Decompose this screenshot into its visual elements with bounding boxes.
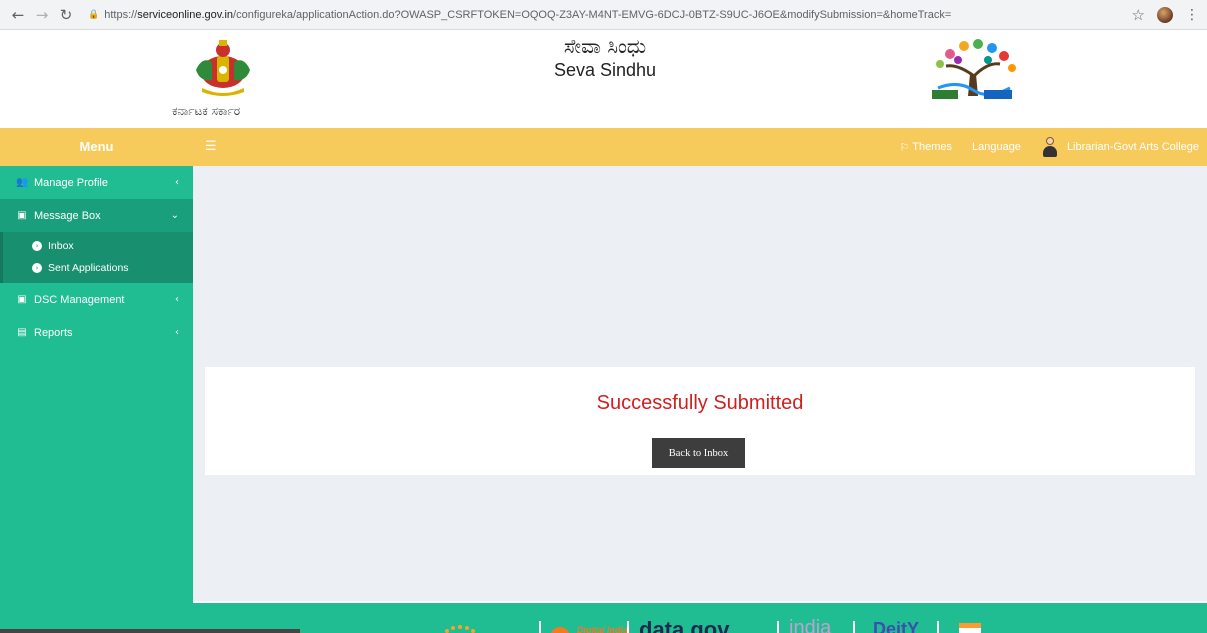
user-menu[interactable]: Librarian-Govt Arts College (1041, 136, 1199, 158)
footer-logo-data-gov: data.gov (639, 617, 730, 633)
chevron-left-icon: ‹ (175, 177, 179, 188)
sidebar-subitem-label: Inbox (48, 240, 74, 252)
back-to-inbox-button[interactable]: Back to Inbox (652, 438, 745, 468)
address-bar[interactable]: 🔒 https://serviceonline.gov.in/configure… (80, 3, 1124, 26)
profile-avatar-icon[interactable] (1157, 6, 1173, 23)
themes-label: Themes (912, 141, 952, 153)
back-arrow-icon[interactable]: ← (8, 5, 28, 25)
footer-divider (853, 621, 855, 633)
circle-arrow-icon: › (32, 241, 42, 251)
footer-logo-deity: DeitY (873, 619, 920, 633)
users-icon: 👥 (16, 177, 29, 188)
browser-menu-icon[interactable]: ⋮ (1185, 7, 1199, 23)
sidebar-item-label: Reports (34, 326, 73, 339)
footer-divider (937, 621, 939, 633)
bookmark-star-icon[interactable]: ☆ (1132, 6, 1145, 24)
sidebar-item-dsc-management[interactable]: ▣ DSC Management ‹ (0, 283, 193, 316)
sidebar-item-reports[interactable]: ▤ Reports ‹ (0, 316, 193, 349)
sidebar-item-label: Message Box (34, 209, 101, 222)
url-host: serviceonline.gov.in (137, 8, 234, 21)
footer-divider (777, 621, 779, 633)
sidebar-item-manage-profile[interactable]: 👥 Manage Profile ‹ (0, 166, 193, 199)
lock-icon: 🔒 (88, 9, 100, 20)
flag-icon: ⚐ (899, 140, 910, 154)
site-header: ಕರ್ನಾಟಕ ಸರ್ಕಾರ ಸೇವಾ ಸಿಂಧು Seva Sindhu (0, 30, 1207, 128)
dsc-icon: ▣ (17, 294, 27, 305)
state-name: ಕರ್ನಾಟಕ ಸರ್ಕಾರ (172, 104, 241, 118)
url-prefix: https:// (104, 8, 138, 21)
top-navbar: Menu ☰ ⚐ Themes Language Librarian-Govt … (0, 128, 1207, 166)
forward-arrow-icon[interactable]: → (32, 5, 52, 25)
sun-logo-icon (445, 625, 475, 633)
footer-divider (539, 621, 541, 633)
title-english: Seva Sindhu (553, 60, 657, 80)
footer-divider (627, 621, 629, 633)
user-avatar-icon (1041, 136, 1059, 158)
sidebar: 👥 Manage Profile ‹ ▣ Message Box ⌄ › Inb… (0, 166, 193, 633)
language-link[interactable]: Language (972, 141, 1021, 153)
success-panel: Successfully Submitted Back to Inbox (205, 367, 1195, 475)
message-box-icon: ▣ (17, 210, 27, 221)
main-content: Successfully Submitted Back to Inbox (193, 166, 1207, 601)
title-kannada: ಸೇವಾ ಸಿಂಧು (563, 34, 647, 58)
themes-link[interactable]: ⚐ Themes (899, 141, 952, 154)
browser-toolbar: ← → ↻ 🔒 https://serviceonline.gov.in/con… (0, 0, 1207, 30)
sidebar-item-label: Manage Profile (34, 176, 108, 189)
footer: Digital India data.gov india DeitY (193, 601, 1207, 633)
footer-logo-digital-india: Digital India (577, 625, 629, 633)
chevron-down-icon: ⌄ (170, 210, 179, 221)
circle-arrow-icon: › (32, 263, 42, 273)
sidebar-subitem-sent-applications[interactable]: › Sent Applications (3, 257, 193, 279)
sidebar-subitem-label: Sent Applications (48, 262, 129, 274)
sidebar-subitem-inbox[interactable]: › Inbox (3, 235, 193, 257)
chevron-left-icon: ‹ (175, 327, 179, 338)
success-message: Successfully Submitted (596, 392, 804, 414)
india-flag-icon (959, 623, 981, 633)
chevron-left-icon: ‹ (175, 294, 179, 305)
karnataka-emblem-icon (196, 40, 250, 96)
digital-india-logo-icon (550, 627, 570, 633)
seva-sindhu-tree-logo-icon (932, 39, 1016, 99)
footer-logos: Digital India data.gov india DeitY (193, 617, 1207, 633)
reload-icon[interactable]: ↻ (56, 5, 76, 25)
user-name: Librarian-Govt Arts College (1066, 141, 1199, 153)
file-icon: ▤ (17, 327, 27, 338)
hamburger-menu-icon[interactable]: ☰ (205, 139, 217, 154)
message-box-submenu: › Inbox › Sent Applications (0, 232, 193, 283)
footer-logo-india: india (789, 617, 832, 633)
menu-label: Menu (79, 139, 114, 154)
bottom-strip (0, 629, 300, 633)
sidebar-item-message-box[interactable]: ▣ Message Box ⌄ (0, 199, 193, 232)
sidebar-item-label: DSC Management (34, 293, 125, 306)
url-path: /configureka/applicationAction.do?OWASP_… (233, 8, 952, 21)
